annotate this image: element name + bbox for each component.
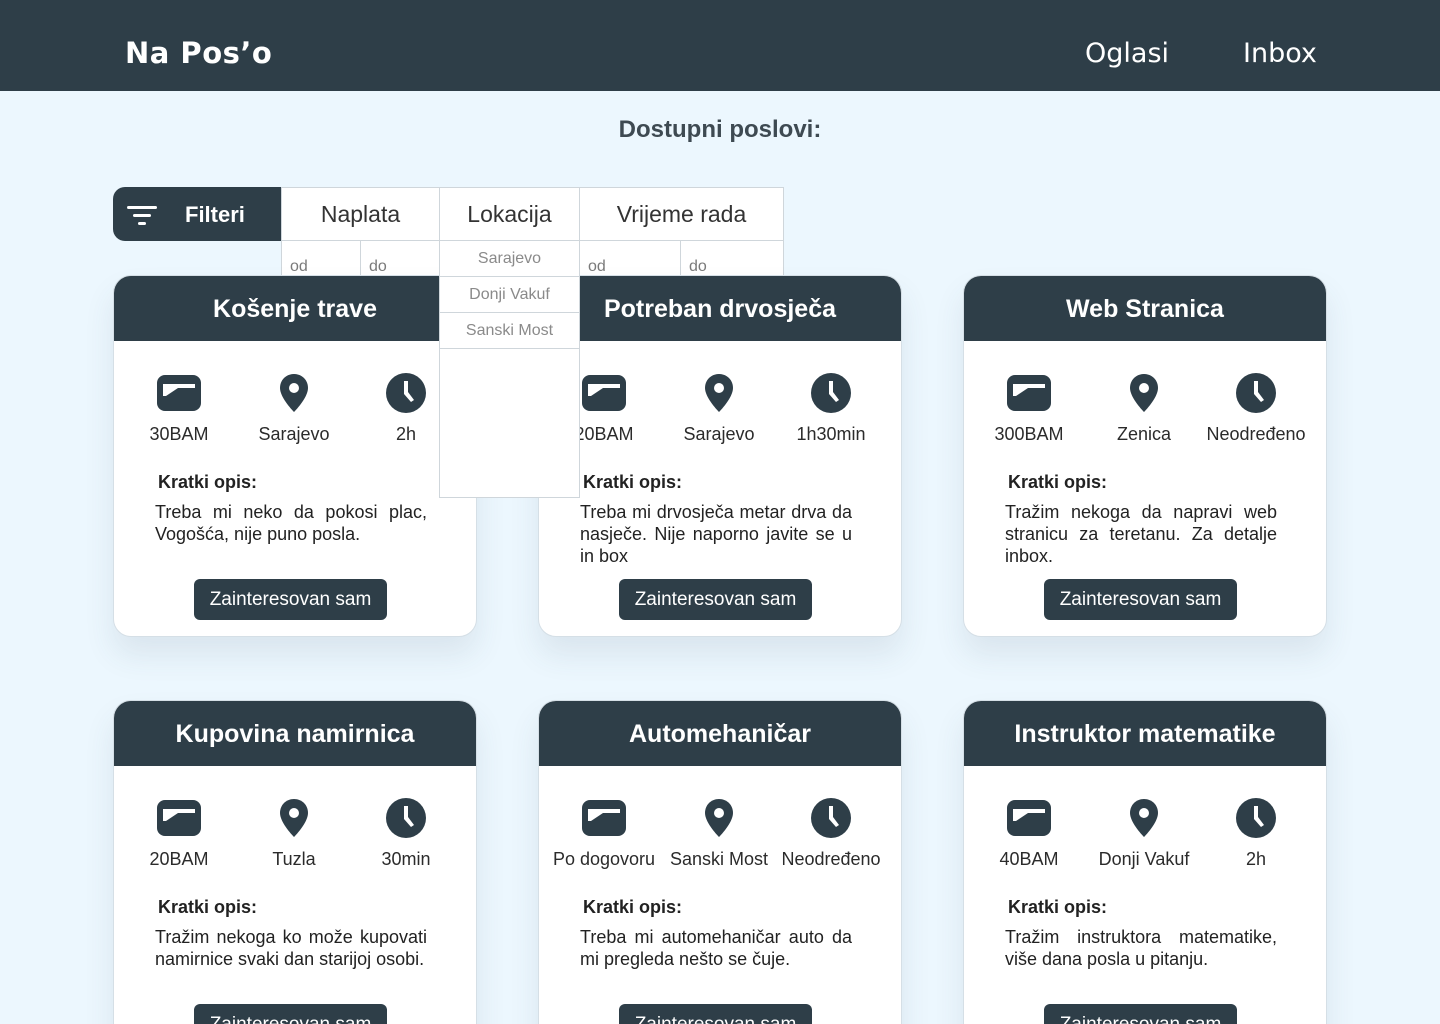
description-label: Kratki opis: xyxy=(158,897,258,917)
description-label: Kratki opis: xyxy=(1008,897,1108,917)
job-description: Tražim instruktora matematike, više dana… xyxy=(1005,927,1277,969)
filter-tab-lokacija[interactable]: Lokacija xyxy=(439,187,580,241)
job-pay: 30BAM xyxy=(149,424,209,444)
location-pin-icon xyxy=(1084,372,1204,414)
job-card: Automehaničar Po dogovoru Sanski Most Ne… xyxy=(538,700,902,1024)
clock-icon xyxy=(1196,372,1316,414)
brand-logo[interactable]: Na Pos’o xyxy=(125,36,272,70)
location-option-donji-vakuf[interactable]: Donji Vakuf xyxy=(440,277,579,313)
job-card: Web Stranica 300BAM Zenica Neodređeno Kra… xyxy=(963,275,1327,637)
job-location: Sarajevo xyxy=(683,424,755,444)
job-card: Košenje trave 30BAM Sarajevo 2h Kratki op… xyxy=(113,275,477,637)
job-location: Tuzla xyxy=(272,849,316,869)
job-title: Instruktor matematike xyxy=(964,701,1326,766)
location-option-sanski-most[interactable]: Sanski Most xyxy=(440,313,579,349)
interested-button[interactable]: Zainteresovan sam xyxy=(619,1004,812,1024)
filters-button[interactable]: Filteri xyxy=(113,187,283,241)
job-title: Kupovina namirnica xyxy=(114,701,476,766)
location-pin-icon xyxy=(234,797,354,839)
description-label: Kratki opis: xyxy=(158,472,258,492)
job-duration: 1h30min xyxy=(796,424,866,444)
job-title: Potreban drvosječa xyxy=(539,276,901,341)
location-pin-icon xyxy=(659,797,779,839)
location-pin-icon xyxy=(659,372,779,414)
job-pay: 20BAM xyxy=(149,849,209,869)
nav-link-oglasi[interactable]: Oglasi xyxy=(1085,38,1169,69)
interested-button[interactable]: Zainteresovan sam xyxy=(194,1004,387,1024)
job-description: Treba mi automehaničar auto da mi pregle… xyxy=(580,927,852,969)
clock-icon xyxy=(771,797,891,839)
filter-tab-naplata[interactable]: Naplata xyxy=(281,187,440,241)
wallet-icon xyxy=(969,372,1089,414)
job-location: Zenica xyxy=(1116,424,1172,444)
job-duration: Neodređeno xyxy=(781,849,881,869)
nav-link-inbox[interactable]: Inbox xyxy=(1243,38,1317,69)
location-dropdown-list: Sarajevo Donji Vakuf Sanski Most xyxy=(439,240,580,498)
job-duration: 2h xyxy=(1245,849,1267,869)
job-title: Web Stranica xyxy=(964,276,1326,341)
wallet-icon xyxy=(119,372,239,414)
job-pay: 300BAM xyxy=(994,424,1064,444)
filters-label: Filteri xyxy=(185,202,245,227)
interested-button[interactable]: Zainteresovan sam xyxy=(194,579,387,620)
wallet-icon xyxy=(119,797,239,839)
wallet-icon xyxy=(969,797,1089,839)
clock-icon xyxy=(771,372,891,414)
filter-tab-vrijeme-rada[interactable]: Vrijeme rada xyxy=(579,187,784,241)
interested-button[interactable]: Zainteresovan sam xyxy=(1044,1004,1237,1024)
description-label: Kratki opis: xyxy=(583,897,683,917)
clock-icon xyxy=(346,797,466,839)
job-location: Sarajevo xyxy=(258,424,330,444)
clock-icon xyxy=(1196,797,1316,839)
filter-icon xyxy=(127,203,157,227)
job-pay: 40BAM xyxy=(999,849,1059,869)
job-card: Potreban drvosječa 20BAM Sarajevo 1h30mi… xyxy=(538,275,902,637)
interested-button[interactable]: Zainteresovan sam xyxy=(619,579,812,620)
location-pin-icon xyxy=(234,372,354,414)
job-location: Sanski Most xyxy=(669,849,769,869)
job-location: Donji Vakuf xyxy=(1098,849,1190,869)
location-pin-icon xyxy=(1084,797,1204,839)
location-option-sarajevo[interactable]: Sarajevo xyxy=(440,241,579,277)
wallet-icon xyxy=(544,797,664,839)
job-pay: Po dogovoru xyxy=(552,849,656,869)
job-description: Treba mi neko da pokosi plac, Vogošća, n… xyxy=(155,502,427,544)
top-navbar: Na Pos’o Oglasi Inbox xyxy=(0,0,1440,91)
job-description: Tražim nekoga ko može kupovati namirnice… xyxy=(155,927,427,969)
description-label: Kratki opis: xyxy=(583,472,683,492)
page-title: Dostupni poslovi: xyxy=(618,116,822,143)
job-description: Treba mi drvosječa metar drva da nasječe… xyxy=(580,502,852,566)
job-description: Tražim nekoga da napravi web stranicu za… xyxy=(1005,502,1277,566)
job-card: Instruktor matematike 40BAM Donji Vakuf … xyxy=(963,700,1327,1024)
job-title: Automehaničar xyxy=(539,701,901,766)
interested-button[interactable]: Zainteresovan sam xyxy=(1044,579,1237,620)
description-label: Kratki opis: xyxy=(1008,472,1108,492)
job-card: Kupovina namirnica 20BAM Tuzla 30min Krat… xyxy=(113,700,477,1024)
job-duration: Neodređeno xyxy=(1206,424,1306,444)
job-duration: 30min xyxy=(381,849,431,869)
job-title: Košenje trave xyxy=(114,276,476,341)
